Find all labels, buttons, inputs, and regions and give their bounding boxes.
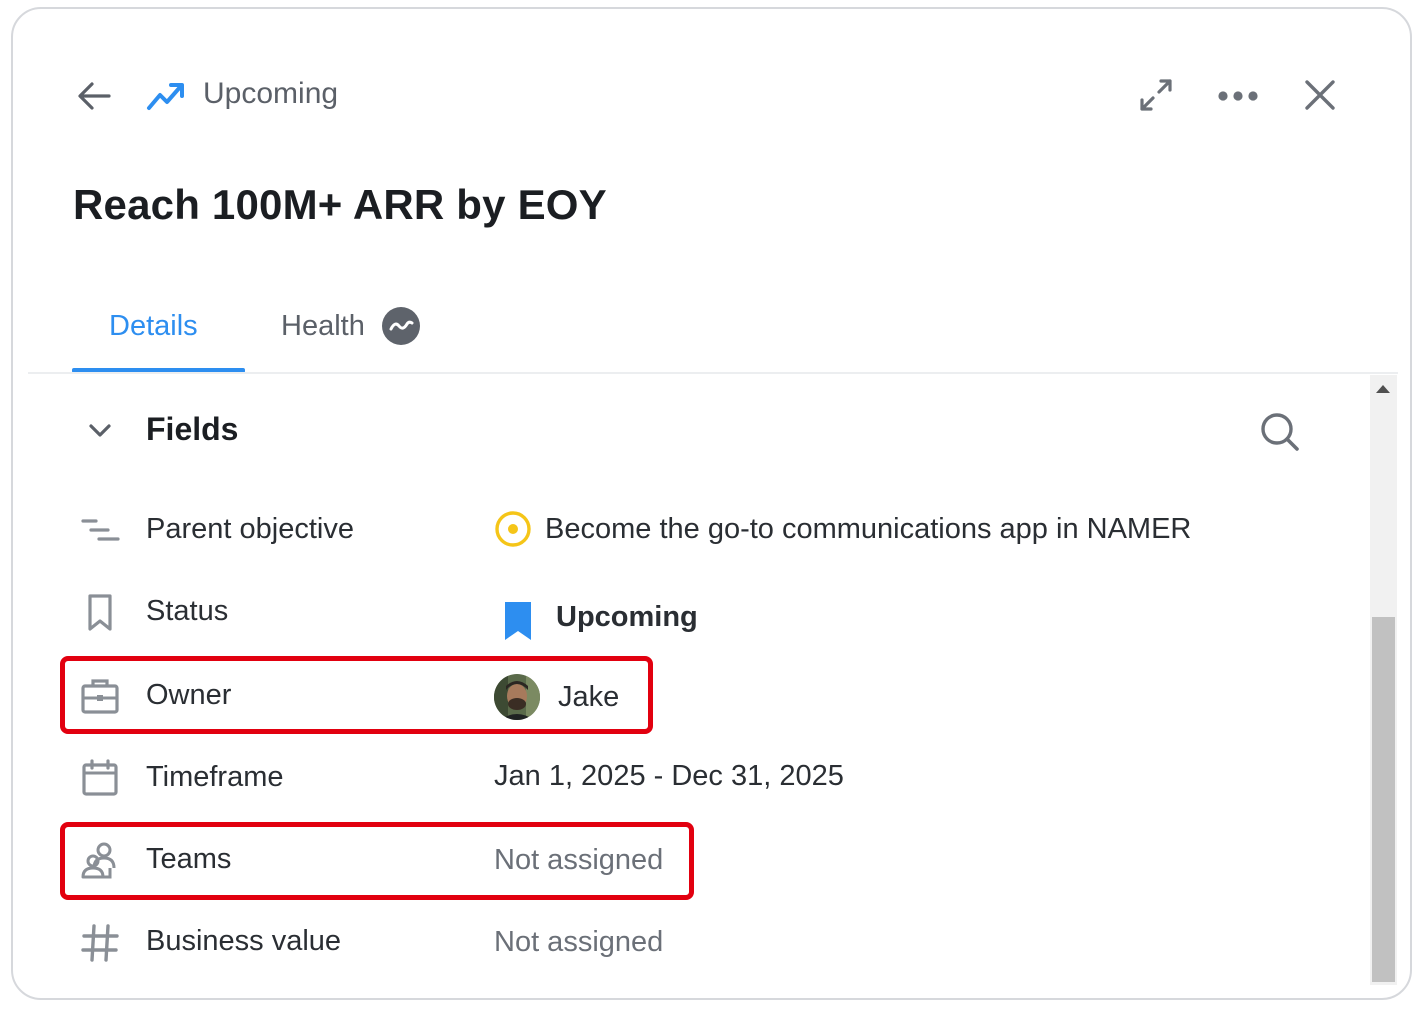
objective-circle-icon xyxy=(495,511,531,547)
scroll-up-arrow-icon[interactable] xyxy=(1376,385,1390,393)
bookmark-icon xyxy=(80,593,120,633)
timeframe-value[interactable]: Jan 1, 2025 - Dec 31, 2025 xyxy=(494,757,844,795)
more-horizontal-icon xyxy=(1218,91,1258,101)
expand-icon xyxy=(1140,79,1172,111)
hash-icon xyxy=(80,923,120,963)
arrow-left-icon xyxy=(78,82,111,110)
business-value-label: Business value xyxy=(146,925,342,957)
calendar-icon xyxy=(80,758,120,798)
collapse-fields-button[interactable] xyxy=(86,417,114,443)
hierarchy-icon xyxy=(80,510,120,550)
breadcrumb[interactable]: Upcoming xyxy=(203,74,338,114)
tab-details[interactable]: Details xyxy=(109,306,198,346)
close-icon xyxy=(1305,80,1335,110)
timeframe-label: Timeframe xyxy=(146,761,284,793)
chevron-down-icon xyxy=(89,424,111,437)
status-label: Status xyxy=(146,595,229,627)
tab-divider xyxy=(28,372,1398,374)
page-title: Reach 100M+ ARR by EOY xyxy=(73,181,607,228)
parent-objective-text: Become the go-to communications app in N… xyxy=(545,513,1192,545)
bookmark-filled-icon xyxy=(505,602,531,640)
search-fields-button[interactable] xyxy=(1258,410,1302,454)
status-text: Upcoming xyxy=(556,601,698,633)
more-button[interactable] xyxy=(1216,76,1260,116)
teams-highlight xyxy=(60,822,694,900)
trending-up-icon xyxy=(145,76,187,116)
expand-button[interactable] xyxy=(1136,75,1176,115)
tab-health-label: Health xyxy=(281,310,365,342)
close-button[interactable] xyxy=(1300,75,1340,115)
business-value-value[interactable]: Not assigned xyxy=(494,923,663,961)
back-button[interactable] xyxy=(74,76,114,116)
health-trend-icon xyxy=(381,307,420,345)
scrollbar-thumb[interactable] xyxy=(1372,617,1395,982)
parent-objective-label: Parent objective xyxy=(146,513,354,545)
search-icon xyxy=(1261,413,1299,451)
status-value[interactable]: Upcoming xyxy=(494,592,698,642)
parent-objective-value[interactable]: Become the go-to communications app in N… xyxy=(494,510,1191,548)
section-title: Fields xyxy=(146,411,239,447)
owner-highlight xyxy=(60,656,653,734)
tab-health[interactable]: Health xyxy=(281,306,420,346)
